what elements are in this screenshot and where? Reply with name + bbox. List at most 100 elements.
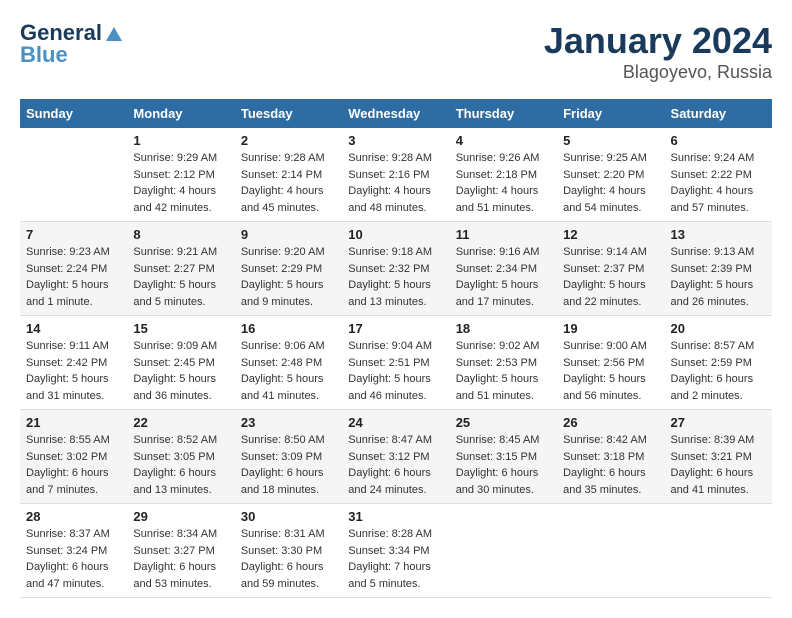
day-header-tuesday: Tuesday	[235, 99, 342, 128]
day-info: Sunrise: 9:14 AM Sunset: 2:37 PM Dayligh…	[563, 244, 658, 310]
day-info: Sunrise: 9:04 AM Sunset: 2:51 PM Dayligh…	[348, 338, 443, 404]
day-number: 7	[26, 227, 121, 242]
day-number: 22	[133, 415, 228, 430]
day-number: 28	[26, 509, 121, 524]
calendar-cell: 1 Sunrise: 9:29 AM Sunset: 2:12 PM Daylig…	[127, 128, 234, 222]
day-number: 4	[456, 133, 551, 148]
calendar-cell: 28 Sunrise: 8:37 AM Sunset: 3:24 PM Dayli…	[20, 504, 127, 598]
calendar-body: 1 Sunrise: 9:29 AM Sunset: 2:12 PM Daylig…	[20, 128, 772, 598]
day-number: 11	[456, 227, 551, 242]
day-header-friday: Friday	[557, 99, 664, 128]
day-number: 12	[563, 227, 658, 242]
day-number: 5	[563, 133, 658, 148]
day-header-monday: Monday	[127, 99, 234, 128]
page-header: General Blue January 2024 Blagoyevo, Rus…	[20, 20, 772, 83]
day-number: 20	[671, 321, 766, 336]
day-number: 21	[26, 415, 121, 430]
day-number: 25	[456, 415, 551, 430]
day-number: 15	[133, 321, 228, 336]
calendar-cell: 25 Sunrise: 8:45 AM Sunset: 3:15 PM Dayli…	[450, 410, 557, 504]
calendar-cell: 12 Sunrise: 9:14 AM Sunset: 2:37 PM Dayli…	[557, 222, 664, 316]
day-header-thursday: Thursday	[450, 99, 557, 128]
calendar-cell: 23Sunrise: 8:50 AM Sunset: 3:09 PM Dayli…	[235, 410, 342, 504]
day-number: 18	[456, 321, 551, 336]
calendar-cell: 5 Sunrise: 9:25 AM Sunset: 2:20 PM Daylig…	[557, 128, 664, 222]
calendar-cell: 22 Sunrise: 8:52 AM Sunset: 3:05 PM Dayli…	[127, 410, 234, 504]
day-header-saturday: Saturday	[665, 99, 772, 128]
calendar-cell: 17 Sunrise: 9:04 AM Sunset: 2:51 PM Dayli…	[342, 316, 449, 410]
calendar-cell: 15Sunrise: 9:09 AM Sunset: 2:45 PM Dayli…	[127, 316, 234, 410]
day-info: Sunrise: 9:20 AM Sunset: 2:29 PM Dayligh…	[241, 244, 336, 310]
day-number: 17	[348, 321, 443, 336]
day-number: 30	[241, 509, 336, 524]
day-number: 1	[133, 133, 228, 148]
day-info: Sunrise: 8:52 AM Sunset: 3:05 PM Dayligh…	[133, 432, 228, 498]
calendar-cell	[20, 128, 127, 222]
day-info: Sunrise: 9:25 AM Sunset: 2:20 PM Dayligh…	[563, 150, 658, 216]
day-header-sunday: Sunday	[20, 99, 127, 128]
calendar-cell: 14 Sunrise: 9:11 AM Sunset: 2:42 PM Dayli…	[20, 316, 127, 410]
calendar-cell: 27Sunrise: 8:39 AM Sunset: 3:21 PM Dayli…	[665, 410, 772, 504]
calendar-week-row: 7 Sunrise: 9:23 AM Sunset: 2:24 PM Daylig…	[20, 222, 772, 316]
day-info: Sunrise: 8:42 AM Sunset: 3:18 PM Dayligh…	[563, 432, 658, 498]
day-info: Sunrise: 9:02 AM Sunset: 2:53 PM Dayligh…	[456, 338, 551, 404]
day-info: Sunrise: 9:23 AM Sunset: 2:24 PM Dayligh…	[26, 244, 121, 310]
day-number: 14	[26, 321, 121, 336]
calendar-cell	[665, 504, 772, 598]
day-number: 19	[563, 321, 658, 336]
day-info: Sunrise: 9:28 AM Sunset: 2:16 PM Dayligh…	[348, 150, 443, 216]
day-info: Sunrise: 9:00 AM Sunset: 2:56 PM Dayligh…	[563, 338, 658, 404]
calendar-title: January 2024	[544, 20, 772, 62]
day-info: Sunrise: 8:28 AM Sunset: 3:34 PM Dayligh…	[348, 526, 443, 592]
calendar-cell: 18 Sunrise: 9:02 AM Sunset: 2:53 PM Dayli…	[450, 316, 557, 410]
calendar-cell: 29 Sunrise: 8:34 AM Sunset: 3:27 PM Dayli…	[127, 504, 234, 598]
day-info: Sunrise: 8:31 AM Sunset: 3:30 PM Dayligh…	[241, 526, 336, 592]
calendar-table: SundayMondayTuesdayWednesdayThursdayFrid…	[20, 99, 772, 598]
calendar-cell	[450, 504, 557, 598]
day-info: Sunrise: 9:11 AM Sunset: 2:42 PM Dayligh…	[26, 338, 121, 404]
day-info: Sunrise: 9:28 AM Sunset: 2:14 PM Dayligh…	[241, 150, 336, 216]
calendar-cell: 16Sunrise: 9:06 AM Sunset: 2:48 PM Dayli…	[235, 316, 342, 410]
calendar-cell: 11Sunrise: 9:16 AM Sunset: 2:34 PM Dayli…	[450, 222, 557, 316]
day-number: 2	[241, 133, 336, 148]
calendar-cell: 9 Sunrise: 9:20 AM Sunset: 2:29 PM Daylig…	[235, 222, 342, 316]
calendar-cell: 2 Sunrise: 9:28 AM Sunset: 2:14 PM Daylig…	[235, 128, 342, 222]
day-number: 9	[241, 227, 336, 242]
day-number: 10	[348, 227, 443, 242]
calendar-cell: 4Sunrise: 9:26 AM Sunset: 2:18 PM Daylig…	[450, 128, 557, 222]
day-info: Sunrise: 8:34 AM Sunset: 3:27 PM Dayligh…	[133, 526, 228, 592]
day-number: 8	[133, 227, 228, 242]
day-number: 23	[241, 415, 336, 430]
day-number: 26	[563, 415, 658, 430]
calendar-cell: 30 Sunrise: 8:31 AM Sunset: 3:30 PM Dayli…	[235, 504, 342, 598]
logo-arrow-icon	[104, 23, 124, 43]
calendar-cell: 21Sunrise: 8:55 AM Sunset: 3:02 PM Dayli…	[20, 410, 127, 504]
day-number: 3	[348, 133, 443, 148]
day-number: 29	[133, 509, 228, 524]
calendar-cell: 26 Sunrise: 8:42 AM Sunset: 3:18 PM Dayli…	[557, 410, 664, 504]
calendar-cell: 8 Sunrise: 9:21 AM Sunset: 2:27 PM Daylig…	[127, 222, 234, 316]
calendar-subtitle: Blagoyevo, Russia	[544, 62, 772, 83]
day-number: 6	[671, 133, 766, 148]
day-info: Sunrise: 8:37 AM Sunset: 3:24 PM Dayligh…	[26, 526, 121, 592]
day-number: 27	[671, 415, 766, 430]
days-header-row: SundayMondayTuesdayWednesdayThursdayFrid…	[20, 99, 772, 128]
calendar-cell: 7 Sunrise: 9:23 AM Sunset: 2:24 PM Daylig…	[20, 222, 127, 316]
day-info: Sunrise: 9:18 AM Sunset: 2:32 PM Dayligh…	[348, 244, 443, 310]
calendar-week-row: 28 Sunrise: 8:37 AM Sunset: 3:24 PM Dayli…	[20, 504, 772, 598]
day-info: Sunrise: 9:21 AM Sunset: 2:27 PM Dayligh…	[133, 244, 228, 310]
day-info: Sunrise: 8:45 AM Sunset: 3:15 PM Dayligh…	[456, 432, 551, 498]
day-number: 13	[671, 227, 766, 242]
day-header-wednesday: Wednesday	[342, 99, 449, 128]
day-info: Sunrise: 8:47 AM Sunset: 3:12 PM Dayligh…	[348, 432, 443, 498]
calendar-cell: 24 Sunrise: 8:47 AM Sunset: 3:12 PM Dayli…	[342, 410, 449, 504]
day-info: Sunrise: 8:57 AM Sunset: 2:59 PM Dayligh…	[671, 338, 766, 404]
calendar-cell: 31Sunrise: 8:28 AM Sunset: 3:34 PM Dayli…	[342, 504, 449, 598]
day-info: Sunrise: 9:29 AM Sunset: 2:12 PM Dayligh…	[133, 150, 228, 216]
calendar-cell: 20 Sunrise: 8:57 AM Sunset: 2:59 PM Dayli…	[665, 316, 772, 410]
day-info: Sunrise: 9:06 AM Sunset: 2:48 PM Dayligh…	[241, 338, 336, 404]
calendar-cell: 3 Sunrise: 9:28 AM Sunset: 2:16 PM Daylig…	[342, 128, 449, 222]
logo-blue: Blue	[20, 42, 68, 68]
calendar-header: SundayMondayTuesdayWednesdayThursdayFrid…	[20, 99, 772, 128]
day-number: 24	[348, 415, 443, 430]
